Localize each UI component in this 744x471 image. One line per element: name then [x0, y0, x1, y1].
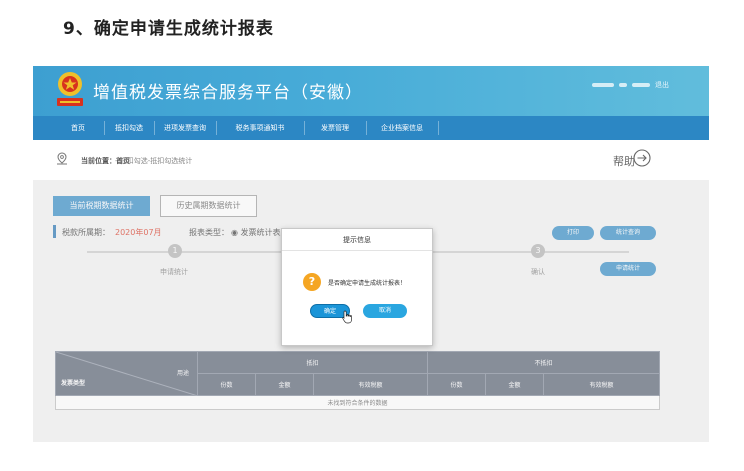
header-banner: 增值税发票综合服务平台（安徽） 退出: [33, 66, 709, 116]
dialog-title: 提示信息: [282, 229, 432, 251]
cancel-button[interactable]: 取消: [363, 304, 407, 318]
nav-input-invoice-query[interactable]: 进项发票查询: [155, 116, 215, 140]
app-window: 增值税发票综合服务平台（安徽） 退出 首页 抵扣勾选 进项发票查询 税务事项通知…: [33, 66, 709, 442]
breadcrumb: 当前位置：首页 - 抵扣勾选-抵扣勾选统计 帮助: [33, 140, 709, 180]
nav-tax-notice[interactable]: 税务事项通知书: [217, 116, 303, 140]
nav-company-profile[interactable]: 企业档案信息: [367, 116, 437, 140]
breadcrumb-path: - 抵扣勾选-抵扣勾选统计: [115, 157, 193, 165]
logout-link[interactable]: 退出: [655, 80, 669, 90]
username-blurred: [632, 83, 650, 87]
tax-emblem-icon: [57, 72, 83, 106]
platform-title: 增值税发票综合服务平台（安徽）: [93, 83, 363, 103]
arrow-right-circle-icon[interactable]: [633, 149, 651, 167]
doc-heading: 9、确定申请生成统计报表: [63, 19, 274, 39]
hand-cursor-icon: [342, 310, 352, 324]
username-blurred: [592, 83, 614, 87]
nav-invoice-management[interactable]: 发票管理: [305, 116, 365, 140]
nav-divider: [438, 121, 439, 135]
help-link[interactable]: 帮助: [613, 153, 635, 169]
main-nav: 首页 抵扣勾选 进项发票查询 税务事项通知书 发票管理 企业档案信息: [33, 116, 709, 140]
confirm-dialog: 提示信息 ? 是否确定申请生成统计报表！ 确定 取消: [281, 228, 433, 346]
location-icon: [57, 152, 67, 165]
nav-home[interactable]: 首页: [53, 116, 103, 140]
user-area: 退出: [592, 80, 669, 90]
dialog-message: 是否确定申请生成统计报表！: [328, 280, 407, 287]
nav-deduction-select[interactable]: 抵扣勾选: [105, 116, 153, 140]
question-icon: ?: [303, 273, 321, 291]
username-blurred: [619, 83, 627, 87]
